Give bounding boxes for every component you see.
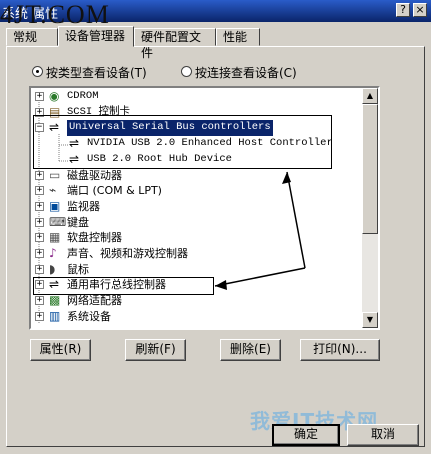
remove-button[interactable]: 删除(E) (220, 339, 281, 361)
cancel-button[interactable]: 取消 (347, 424, 419, 446)
annotation-arrows (214, 171, 306, 290)
refresh-button[interactable]: 刷新(F) (125, 339, 186, 361)
tab-device-manager[interactable]: 设备管理器 (58, 26, 134, 47)
properties-button[interactable]: 属性(R) (30, 339, 91, 361)
ok-button[interactable]: 确定 (272, 424, 340, 446)
print-button[interactable]: 打印(N)... (300, 339, 380, 361)
